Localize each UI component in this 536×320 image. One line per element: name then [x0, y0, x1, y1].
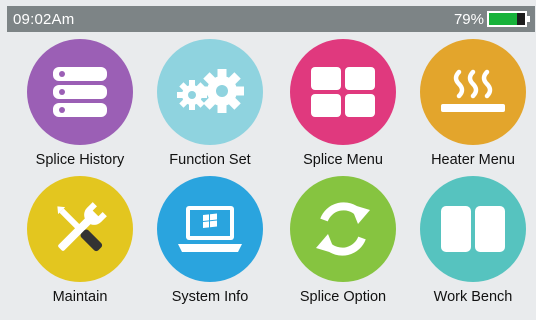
heater-menu-circle: [420, 39, 526, 145]
refresh-icon: [316, 202, 370, 256]
heater-menu-button[interactable]: Heater Menu: [408, 37, 536, 177]
heater-icon: [441, 69, 505, 112]
splice-menu-circle: [290, 39, 396, 145]
system-info-circle: [157, 176, 263, 282]
splice-history-circle: [27, 39, 133, 145]
splice-option-button[interactable]: Splice Option: [278, 174, 408, 314]
main-menu-grid: Splice History Function Set Splice Menu …: [0, 0, 536, 320]
tools-icon: [57, 202, 107, 252]
splice-history-button[interactable]: Splice History: [15, 37, 145, 177]
function-set-circle: [157, 39, 263, 145]
splice-history-label: Splice History: [35, 152, 125, 168]
maintain-label: Maintain: [52, 289, 108, 305]
heater-menu-label: Heater Menu: [431, 152, 515, 168]
splice-option-circle: [290, 176, 396, 282]
window-grid-icon: [311, 67, 375, 117]
splice-menu-label: Splice Menu: [303, 152, 383, 168]
work-bench-button[interactable]: Work Bench: [408, 174, 536, 314]
gears-icon: [177, 69, 244, 113]
system-info-label: System Info: [171, 289, 249, 305]
database-icon: [53, 67, 107, 117]
system-info-button[interactable]: System Info: [145, 174, 275, 314]
maintain-circle: [27, 176, 133, 282]
work-bench-label: Work Bench: [433, 289, 513, 305]
maintain-button[interactable]: Maintain: [15, 174, 145, 314]
split-panel-icon: [441, 206, 505, 252]
work-bench-circle: [420, 176, 526, 282]
function-set-button[interactable]: Function Set: [145, 37, 275, 177]
laptop-icon: [178, 206, 242, 252]
splice-option-label: Splice Option: [299, 289, 387, 305]
splice-menu-button[interactable]: Splice Menu: [278, 37, 408, 177]
splicer-home-screen: 09:02Am 79% Splice History Function Set …: [0, 0, 536, 320]
function-set-label: Function Set: [169, 152, 251, 168]
